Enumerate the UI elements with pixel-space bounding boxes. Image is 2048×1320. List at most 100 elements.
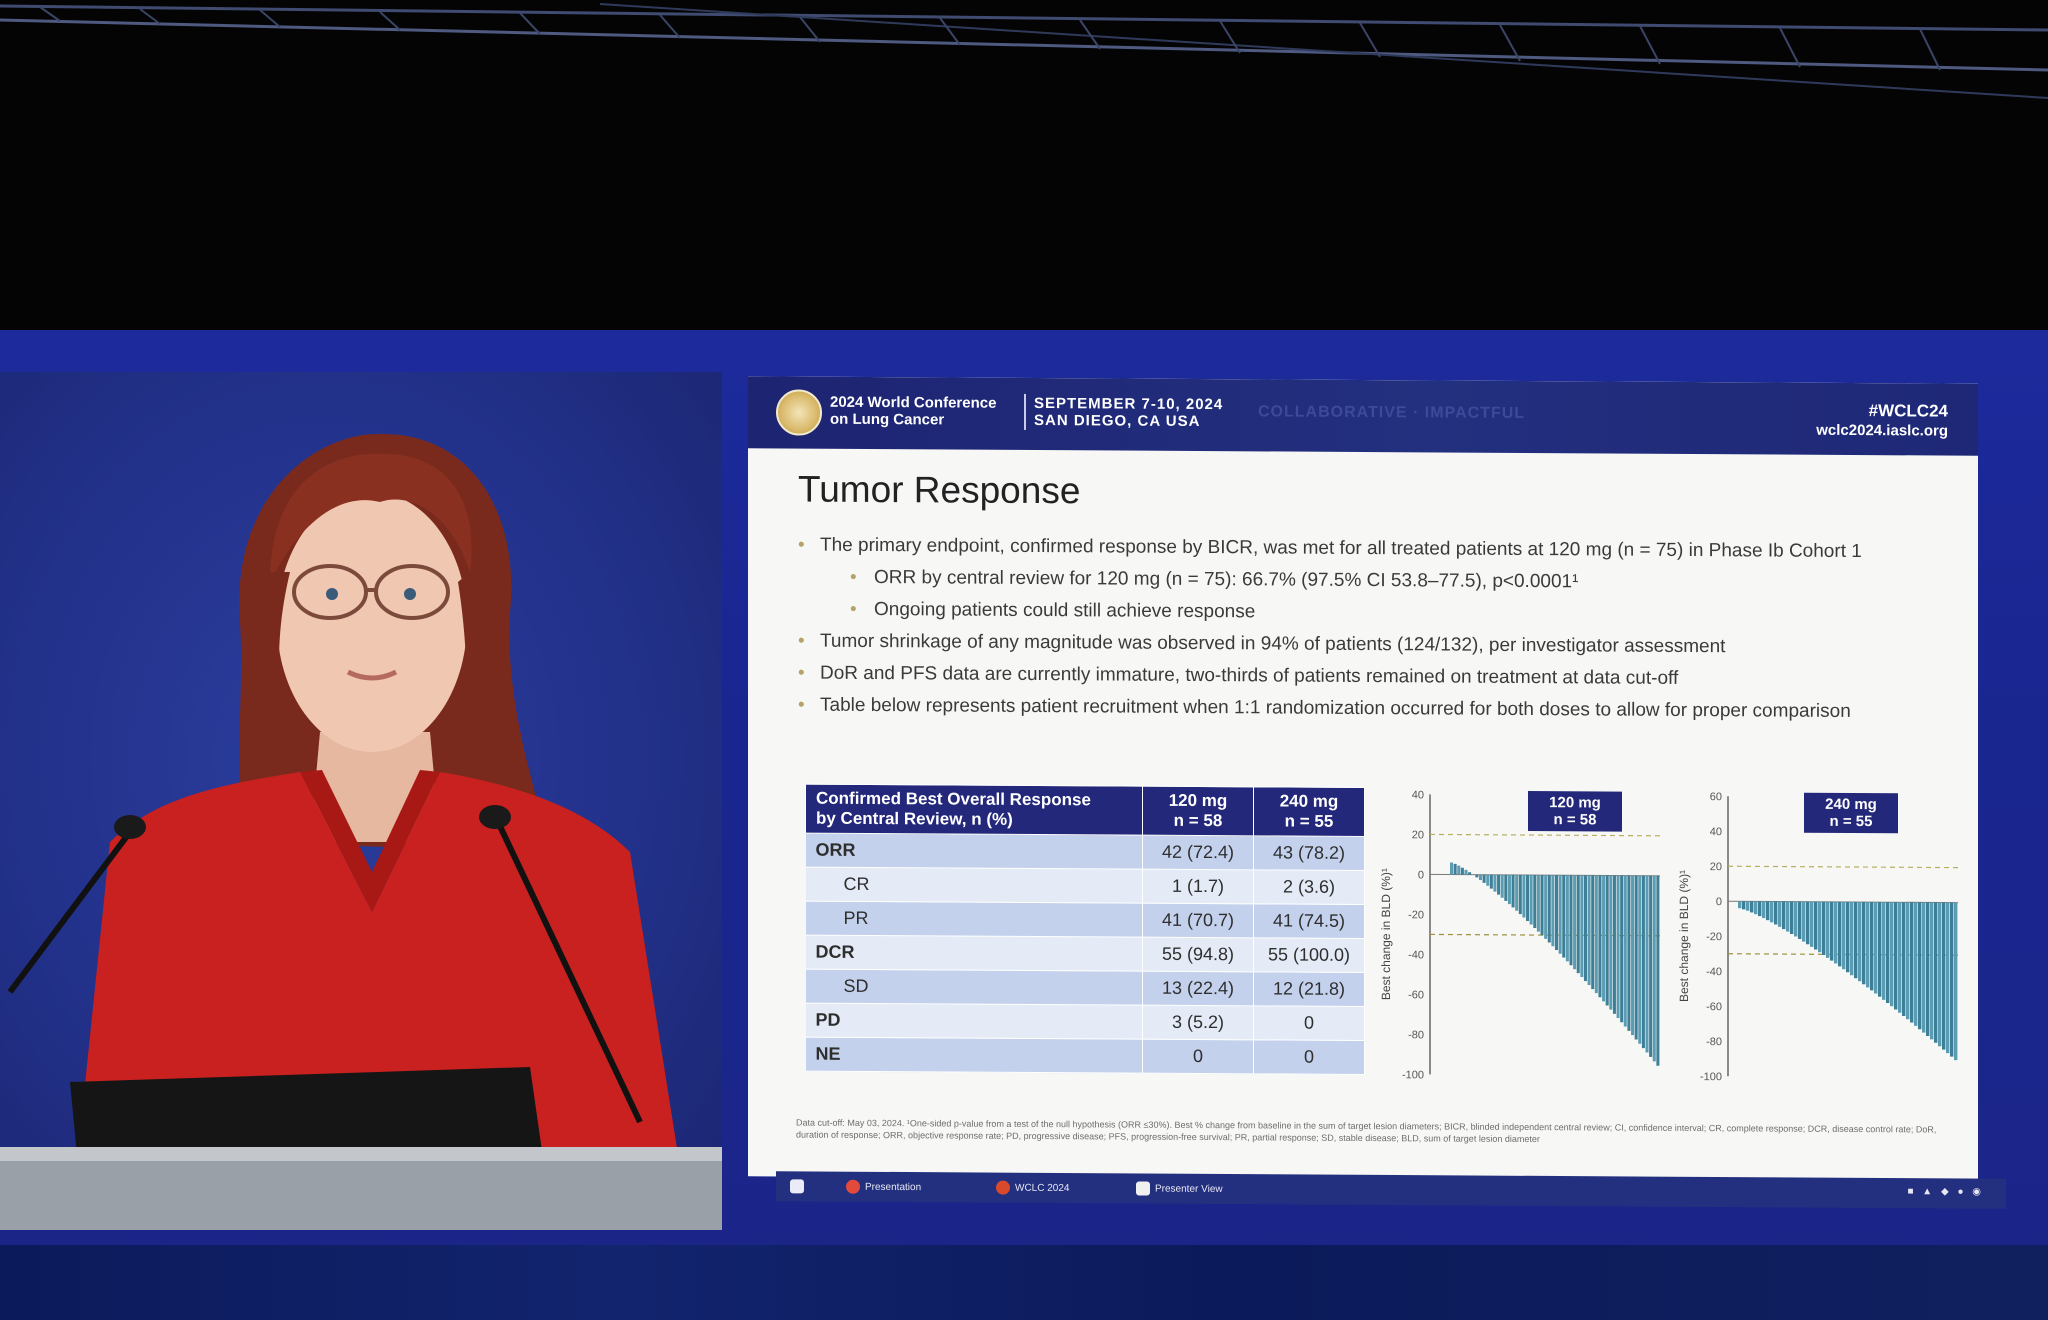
waterfall-bar xyxy=(1886,902,1890,1004)
waterfall-tick-label: -40 xyxy=(1408,949,1424,961)
header-divider xyxy=(1024,393,1026,430)
waterfall-bar xyxy=(1766,901,1770,921)
waterfall-bar xyxy=(1605,875,1609,1006)
waterfall-bar xyxy=(1453,863,1457,875)
slide-footnote: Data cut-off: May 03, 2024. ¹One-sided p… xyxy=(796,1117,1937,1145)
waterfall-bar xyxy=(1822,901,1826,956)
waterfall-bar xyxy=(1638,875,1642,1044)
waterfall-bar xyxy=(1631,875,1635,1036)
waterfall-bar xyxy=(1846,901,1850,973)
waterfall-bar xyxy=(1906,902,1910,1020)
table-header-row: Confirmed Best Overall Response by Centra… xyxy=(805,784,1365,837)
waterfall-bar xyxy=(1616,875,1620,1019)
waterfall-bar xyxy=(1536,875,1540,932)
waterfall-bar xyxy=(1806,901,1810,945)
bullet-item: • Tumor shrinkage of any magnitude was ob… xyxy=(798,630,1726,658)
waterfall-bar xyxy=(1842,901,1846,970)
waterfall-bar xyxy=(1598,875,1602,998)
bullet-item: • DoR and PFS data are currently immature… xyxy=(798,662,1679,689)
waterfall-bar xyxy=(1830,901,1834,961)
taskbar-app-2[interactable]: WCLC 2024 xyxy=(996,1179,1069,1197)
conference-name: 2024 World Conference on Lung Cancer xyxy=(830,393,997,429)
waterfall-bar xyxy=(1497,874,1501,895)
table-row: CR 1 (1.7) 2 (3.6) xyxy=(805,867,1365,905)
waterfall-bar xyxy=(1902,902,1906,1016)
stage-lighting xyxy=(0,1245,2048,1320)
start-button[interactable] xyxy=(790,1177,804,1195)
presentation-slide: 2024 World Conference on Lung Cancer SEP… xyxy=(748,376,1978,1184)
table-header-120mg: 120 mg n = 58 xyxy=(1142,786,1254,836)
waterfall-bar xyxy=(1594,875,1598,994)
waterfall-bar xyxy=(1511,874,1515,908)
waterfall-bar xyxy=(1522,874,1526,918)
waterfall-bar xyxy=(1750,901,1754,913)
waterfall-bar xyxy=(1460,867,1464,875)
bullet-list: • The primary endpoint, confirmed respons… xyxy=(798,535,1958,734)
waterfall-bar xyxy=(1938,902,1942,1047)
waterfall-tick-label: 0 xyxy=(1418,869,1424,881)
waterfall-bar xyxy=(1790,901,1794,935)
waterfall-bar xyxy=(1778,901,1782,927)
waterfall-bar xyxy=(1656,875,1660,1066)
conference-hashtag: #WCLC24 wclc2024.iaslc.org xyxy=(1816,401,1948,440)
speaker-video-feed xyxy=(0,372,722,1230)
waterfall-bar xyxy=(1551,875,1555,947)
bullet-icon: • xyxy=(798,630,805,652)
waterfall-bar xyxy=(1533,875,1537,929)
waterfall-bar xyxy=(1558,875,1562,954)
waterfall-bar xyxy=(1786,901,1790,932)
waterfall-tick-label: -60 xyxy=(1706,1001,1722,1013)
waterfall-bar xyxy=(1818,901,1822,953)
waterfall-bar xyxy=(1569,875,1573,966)
waterfall-bar xyxy=(1540,875,1544,936)
waterfall-bar xyxy=(1754,901,1758,915)
waterfall-bar xyxy=(1894,902,1898,1010)
waterfall-bar xyxy=(1464,869,1468,875)
waterfall-bar xyxy=(1954,902,1958,1061)
waterfall-ylabel: Best change in BLD (%)¹ xyxy=(1380,868,1393,1000)
waterfall-bar xyxy=(1489,874,1493,889)
waterfall-bar xyxy=(1623,875,1627,1027)
table-row: SD 13 (22.4) 12 (21.8) xyxy=(805,969,1365,1007)
waterfall-bar xyxy=(1942,902,1946,1050)
waterfall-tick-label: -80 xyxy=(1706,1036,1722,1048)
waterfall-tick-label: -40 xyxy=(1706,966,1722,978)
waterfall-tick-label: -60 xyxy=(1408,989,1424,1001)
browser-icon xyxy=(846,1179,860,1194)
waterfall-tick-label: -80 xyxy=(1408,1029,1424,1041)
waterfall-bar xyxy=(1862,902,1866,985)
table-header-240mg: 240 mg n = 55 xyxy=(1253,786,1365,837)
waterfall-bar xyxy=(1475,874,1479,878)
waterfall-bar xyxy=(1858,902,1862,982)
waterfall-bar xyxy=(1547,875,1551,943)
waterfall-bar xyxy=(1612,875,1616,1014)
waterfall-tick-label: 40 xyxy=(1412,789,1424,801)
waterfall-bar xyxy=(1562,875,1566,958)
waterfall-tick-label: -20 xyxy=(1408,909,1424,921)
waterfall-bar xyxy=(1493,874,1497,892)
waterfall-bar xyxy=(1526,874,1530,921)
system-tray: ■ ▲ ◆ ● ◉ xyxy=(1907,1186,1984,1198)
waterfall-tick-label: 20 xyxy=(1710,861,1722,873)
waterfall-tick-label: 0 xyxy=(1716,896,1722,908)
waterfall-bar xyxy=(1634,875,1638,1040)
taskbar-app-1[interactable]: Presentation xyxy=(846,1178,921,1196)
waterfall-badge-240mg: 240 mg n = 55 xyxy=(1804,792,1898,834)
waterfall-bar xyxy=(1587,875,1591,986)
table-row: DCR 55 (94.8) 55 (100.0) xyxy=(805,935,1365,973)
waterfall-bar xyxy=(1946,902,1950,1054)
taskbar-app-3[interactable]: Presenter View xyxy=(1136,1179,1223,1198)
waterfall-tick-label: -20 xyxy=(1706,931,1722,943)
waterfall-bar xyxy=(1866,902,1870,988)
waterfall-bar xyxy=(1576,875,1580,974)
waterfall-bar xyxy=(1573,875,1577,970)
waterfall-bar xyxy=(1762,901,1766,919)
waterfall-bar xyxy=(1934,902,1938,1043)
waterfall-tick-label: 20 xyxy=(1412,829,1424,841)
windows-icon xyxy=(790,1179,804,1194)
waterfall-bar xyxy=(1910,902,1914,1023)
waterfall-bar xyxy=(1738,901,1742,909)
bullet-item: • The primary endpoint, confirmed respons… xyxy=(798,534,1862,563)
waterfall-bar xyxy=(1482,874,1486,883)
bullet-icon: • xyxy=(850,598,857,620)
